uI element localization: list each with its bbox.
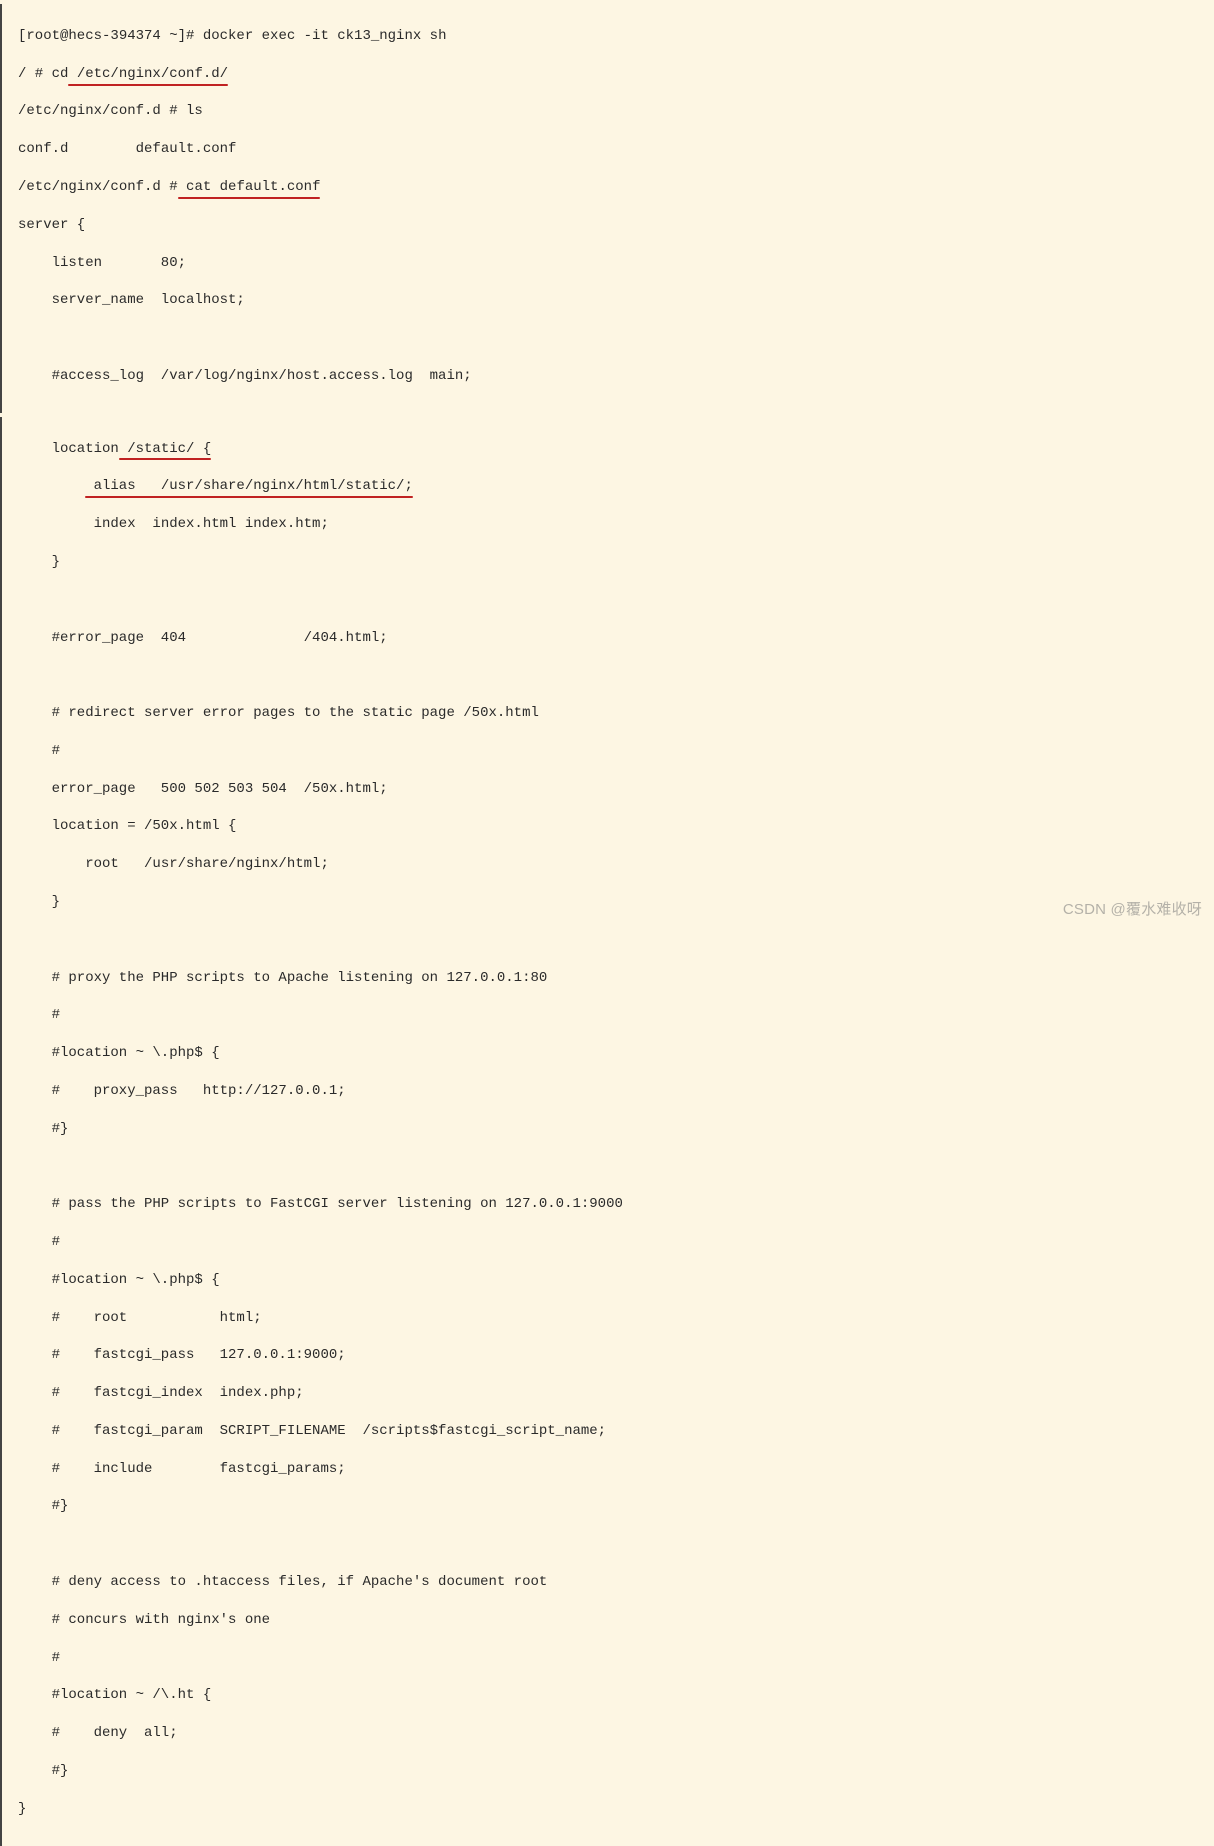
fastcgi-close: #}: [18, 1497, 1200, 1516]
terminal-block-2: location /static/ { alias /usr/share/ngi…: [0, 417, 1214, 1846]
proxy-comment-1: # proxy the PHP scripts to Apache listen…: [18, 969, 1200, 988]
deny-comment-3: #: [18, 1649, 1200, 1668]
access-log-comment: #access_log /var/log/nginx/host.access.l…: [18, 367, 1200, 386]
server-open: server {: [18, 216, 1200, 235]
deny-comment-2: # concurs with nginx's one: [18, 1611, 1200, 1630]
server-name-directive: server_name localhost;: [18, 291, 1200, 310]
fastcgi-root: # root html;: [18, 1309, 1200, 1328]
location-50x-close: }: [18, 893, 1200, 912]
deny-comment-1: # deny access to .htaccess files, if Apa…: [18, 1573, 1200, 1592]
terminal-block-1: [root@hecs-394374 ~]# docker exec -it ck…: [0, 4, 1214, 413]
cmd-cd: / # cd /etc/nginx/conf.d/: [18, 65, 1200, 84]
deny-all: # deny all;: [18, 1724, 1200, 1743]
location-static: location /static/ {: [18, 440, 1200, 459]
blank-line: [18, 591, 1200, 610]
fastcgi-param: # fastcgi_param SCRIPT_FILENAME /scripts…: [18, 1422, 1200, 1441]
proxy-location: #location ~ \.php$ {: [18, 1044, 1200, 1063]
blank-line: [18, 1157, 1200, 1176]
cmd-docker-exec: [root@hecs-394374 ~]# docker exec -it ck…: [18, 27, 1200, 46]
fastcgi-comment-1: # pass the PHP scripts to FastCGI server…: [18, 1195, 1200, 1214]
server-close: }: [18, 1800, 1200, 1819]
fastcgi-pass: # fastcgi_pass 127.0.0.1:9000;: [18, 1346, 1200, 1365]
error-page-404-comment: #error_page 404 /404.html;: [18, 629, 1200, 648]
root-directive: root /usr/share/nginx/html;: [18, 855, 1200, 874]
redirect-comment: # redirect server error pages to the sta…: [18, 704, 1200, 723]
cmd-cat: /etc/nginx/conf.d # cat default.conf: [18, 178, 1200, 197]
cmd-cat-pre: /etc/nginx/conf.d #: [18, 179, 178, 195]
error-page-500: error_page 500 502 503 504 /50x.html;: [18, 780, 1200, 799]
index-directive: index index.html index.htm;: [18, 515, 1200, 534]
highlight-cat-default-conf: cat default.conf: [178, 178, 321, 197]
blank-line: [18, 329, 1200, 348]
csdn-watermark: CSDN @覆水难收呀: [1063, 900, 1202, 920]
cmd-cd-pre: / # cd: [18, 66, 68, 82]
ls-output: conf.d default.conf: [18, 140, 1200, 159]
deny-location: #location ~ /\.ht {: [18, 1686, 1200, 1705]
proxy-comment-2: #: [18, 1006, 1200, 1025]
blank-line: [18, 931, 1200, 950]
alias-directive: alias /usr/share/nginx/html/static/;: [18, 477, 1200, 496]
blank-line: [18, 1535, 1200, 1554]
proxy-close: #}: [18, 1120, 1200, 1139]
deny-close: #}: [18, 1762, 1200, 1781]
proxy-pass: # proxy_pass http://127.0.0.1;: [18, 1082, 1200, 1101]
cmd-ls: /etc/nginx/conf.d # ls: [18, 102, 1200, 121]
location-50x: location = /50x.html {: [18, 817, 1200, 836]
fastcgi-index: # fastcgi_index index.php;: [18, 1384, 1200, 1403]
blank-line: [18, 666, 1200, 685]
listen-directive: listen 80;: [18, 254, 1200, 273]
location-close: }: [18, 553, 1200, 572]
hash-comment: #: [18, 742, 1200, 761]
highlight-static-path: /static/ {: [119, 440, 211, 459]
location-keyword: location: [52, 441, 119, 457]
fastcgi-location: #location ~ \.php$ {: [18, 1271, 1200, 1290]
highlight-conf-d-path: /etc/nginx/conf.d/: [68, 65, 228, 84]
fastcgi-include: # include fastcgi_params;: [18, 1460, 1200, 1479]
highlight-alias-line: alias /usr/share/nginx/html/static/;: [85, 477, 413, 496]
fastcgi-comment-2: #: [18, 1233, 1200, 1252]
